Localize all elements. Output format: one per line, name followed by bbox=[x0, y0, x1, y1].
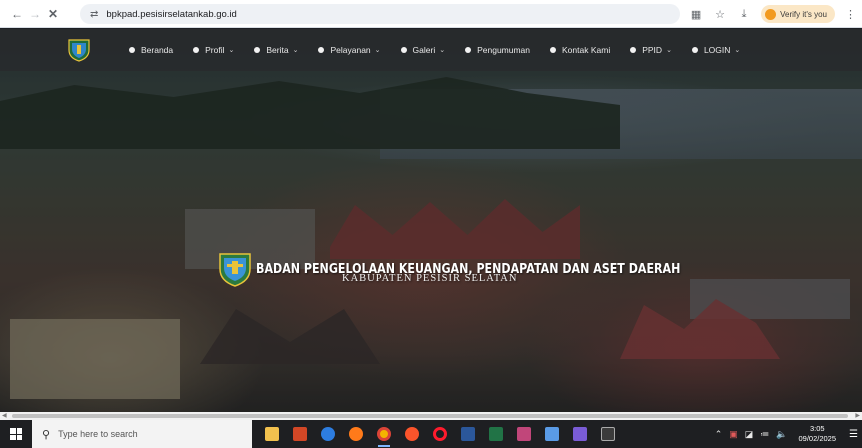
nav-item-label: Pengumuman bbox=[477, 45, 531, 55]
taskbar-search-box[interactable]: ⚲ Type here to search bbox=[32, 420, 252, 448]
bullet-icon bbox=[550, 47, 557, 53]
web-page: Beranda Profil ⌄ Berita ⌄ Pelayanan ⌄ Galeri ⌄ Pe… bbox=[0, 29, 862, 412]
nav-item-berita[interactable]: Berita ⌄ bbox=[254, 45, 298, 55]
excel-icon[interactable] bbox=[486, 424, 506, 444]
nav-item-profil[interactable]: Profil ⌄ bbox=[193, 45, 234, 55]
nav-item-label: Galeri bbox=[412, 45, 436, 55]
nav-item-label: Beranda bbox=[141, 45, 174, 55]
nav-item-label: Pelayanan bbox=[330, 45, 371, 55]
bookmark-star-icon[interactable]: ☆ bbox=[713, 8, 727, 21]
image-viewer-icon[interactable] bbox=[514, 424, 534, 444]
scroll-right-icon[interactable]: ▶ bbox=[855, 412, 860, 420]
emblem-logo-icon bbox=[219, 253, 251, 287]
clock-date: 09/02/2025 bbox=[798, 434, 837, 443]
url-text[interactable]: bpkpad.pesisirselatankab.go.id bbox=[106, 9, 236, 20]
store-icon[interactable] bbox=[318, 424, 338, 444]
chevron-down-icon: ⌄ bbox=[228, 47, 235, 54]
chevron-up-icon[interactable]: ⌃ bbox=[715, 429, 723, 440]
opera-icon[interactable] bbox=[430, 424, 450, 444]
profile-avatar-icon bbox=[765, 8, 777, 20]
download-icon[interactable]: ⤓ bbox=[737, 8, 751, 21]
windows-taskbar: ⚲ Type here to search ⌃ ▣ ◪ ≔ 🔈 3:05 09/… bbox=[0, 420, 862, 448]
bullet-icon bbox=[400, 47, 407, 53]
word-icon[interactable] bbox=[458, 424, 478, 444]
windows-logo-icon bbox=[10, 428, 22, 440]
address-bar[interactable]: ⇄ bpkpad.pesisirselatankab.go.id bbox=[80, 4, 680, 24]
nav-item-pelayanan[interactable]: Pelayanan ⌄ bbox=[318, 45, 381, 55]
site-logo-icon[interactable] bbox=[68, 38, 90, 62]
photos-icon[interactable] bbox=[542, 424, 562, 444]
taskbar-apps bbox=[262, 424, 618, 447]
start-button[interactable] bbox=[0, 420, 32, 448]
site-navbar: Beranda Profil ⌄ Berita ⌄ Pelayanan ⌄ Galeri ⌄ Pe… bbox=[0, 29, 862, 71]
translate-icon[interactable]: ▦ bbox=[689, 8, 703, 21]
bullet-icon bbox=[630, 47, 637, 53]
nav-item-ppid[interactable]: PPID ⌄ bbox=[630, 45, 672, 55]
notification-icon[interactable]: ☰ bbox=[849, 429, 858, 440]
nav-item-kontak-kami[interactable]: Kontak Kami bbox=[550, 45, 610, 55]
bullet-icon bbox=[691, 47, 698, 53]
bullet-icon bbox=[129, 47, 135, 53]
horizontal-scrollbar[interactable]: ◀ ▶ bbox=[0, 412, 862, 420]
scrollbar-thumb[interactable] bbox=[12, 414, 848, 418]
bullet-icon bbox=[254, 47, 261, 53]
calculator-icon[interactable] bbox=[598, 424, 618, 444]
chevron-down-icon: ⌄ bbox=[374, 47, 381, 54]
verify-label: Verify it's you bbox=[780, 9, 827, 19]
verify-profile-button[interactable]: Verify it's you bbox=[761, 5, 835, 23]
nav-item-label: PPID bbox=[642, 45, 663, 55]
main-menu: Beranda Profil ⌄ Berita ⌄ Pelayanan ⌄ Galeri ⌄ Pe… bbox=[129, 29, 760, 71]
nav-item-label: LOGIN bbox=[703, 45, 731, 55]
scroll-left-icon[interactable]: ◀ bbox=[2, 412, 7, 420]
bullet-icon bbox=[318, 47, 325, 53]
hero-overlay bbox=[0, 29, 862, 412]
back-arrow-icon[interactable]: ← bbox=[8, 5, 26, 23]
pen-icon[interactable]: ≔ bbox=[760, 429, 769, 440]
clock-time: 3:05 bbox=[809, 424, 825, 433]
bullet-icon bbox=[465, 47, 472, 53]
firefox-icon[interactable] bbox=[346, 424, 366, 444]
chevron-down-icon: ⌄ bbox=[666, 47, 672, 54]
search-icon: ⚲ bbox=[42, 428, 51, 441]
tray-app-icon[interactable]: ▣ bbox=[729, 429, 738, 440]
search-placeholder: Type here to search bbox=[58, 429, 138, 439]
chevron-down-icon: ⌄ bbox=[292, 47, 299, 54]
bullet-icon bbox=[193, 47, 200, 53]
nav-item-label: Profil bbox=[205, 45, 225, 55]
chevron-down-icon: ⌄ bbox=[734, 47, 741, 54]
hero-background-image bbox=[0, 29, 862, 412]
nav-item-galeri[interactable]: Galeri ⌄ bbox=[400, 45, 446, 55]
system-tray: ⌃ ▣ ◪ ≔ 🔈 3:05 09/02/2025 ☰ bbox=[715, 420, 858, 448]
brave-icon[interactable] bbox=[402, 424, 422, 444]
chevron-down-icon: ⌄ bbox=[439, 47, 446, 54]
stop-close-icon[interactable]: ✕ bbox=[44, 5, 62, 23]
nav-item-pengumuman[interactable]: Pengumuman bbox=[465, 45, 530, 55]
forward-arrow-icon[interactable]: → bbox=[26, 5, 44, 23]
toolbar-actions: ▦ ☆ ⤓ Verify it's you ⋮ bbox=[689, 4, 856, 24]
hero-subtitle: KABUPATEN PESISIR SELATAN bbox=[342, 273, 518, 284]
clock[interactable]: 3:05 09/02/2025 bbox=[798, 424, 836, 444]
powerpoint-icon[interactable] bbox=[290, 424, 310, 444]
browser-menu-icon[interactable]: ⋮ bbox=[845, 8, 856, 21]
volume-icon[interactable]: 🔈 bbox=[776, 429, 787, 440]
nav-item-beranda[interactable]: Beranda bbox=[129, 45, 173, 55]
nav-item-label: Berita bbox=[266, 45, 289, 55]
calendar-app-icon[interactable] bbox=[570, 424, 590, 444]
chrome-icon[interactable] bbox=[374, 424, 394, 447]
nav-item-label: Kontak Kami bbox=[562, 45, 611, 55]
file-explorer-icon[interactable] bbox=[262, 424, 282, 444]
site-info-icon[interactable]: ⇄ bbox=[90, 9, 98, 20]
browser-toolbar: ← → ✕ ⇄ bpkpad.pesisirselatankab.go.id ▦… bbox=[0, 0, 862, 28]
nav-item-login[interactable]: LOGIN ⌄ bbox=[691, 45, 741, 55]
network-icon[interactable]: ◪ bbox=[745, 429, 754, 440]
